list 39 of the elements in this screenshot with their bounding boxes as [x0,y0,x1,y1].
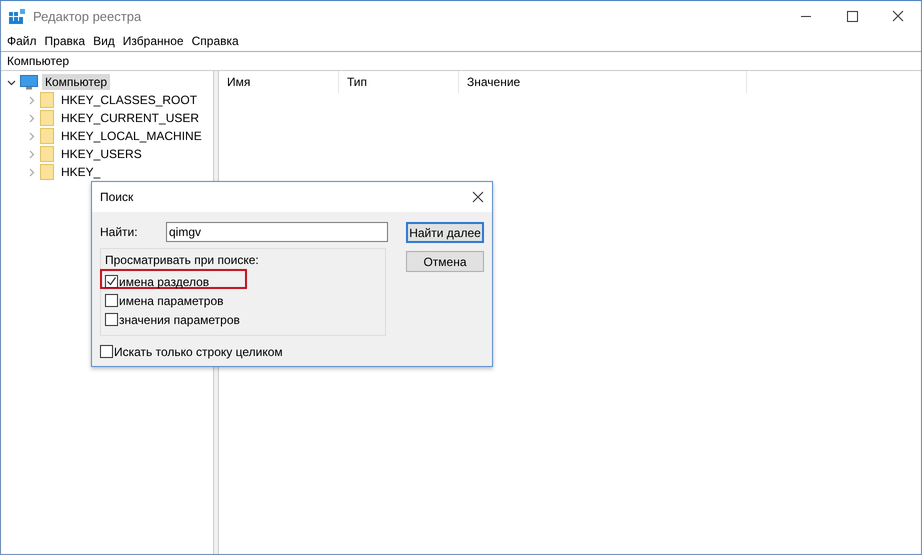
checkbox[interactable] [105,294,118,307]
close-button[interactable] [472,191,484,203]
tree-item[interactable]: Компьютер [42,74,110,90]
window-title: Редактор реестра [33,9,142,24]
group-label: Просматривать при поиске: [105,253,260,267]
folder-icon [40,92,54,108]
dialog-button[interactable]: Отмена [406,251,484,272]
checkbox-label[interactable]: Искать только строку целиком [114,344,283,358]
dialog-button[interactable]: Найти далее [406,222,484,243]
folder-icon [40,146,54,162]
address-bar[interactable]: Компьютер [7,54,70,68]
folder-icon [40,110,54,126]
folder-icon [40,164,54,180]
tree-item[interactable]: HKEY_LOCAL_MACHINE [58,128,205,144]
registry-icon [9,8,25,24]
menu-item[interactable]: Справка [188,34,243,48]
menu-item[interactable]: Файл [3,34,41,48]
dialog-title: Поиск [100,190,134,204]
tree-item[interactable]: HKEY_ [58,164,104,180]
menu-item[interactable]: Правка [40,34,90,48]
checkbox-label[interactable]: значения параметров [119,312,240,326]
find-field[interactable]: qimgv [166,222,388,242]
checkbox-label[interactable]: имена разделов [119,274,210,288]
tree-item[interactable]: HKEY_CLASSES_ROOT [58,92,200,108]
column-header[interactable]: Тип [339,71,459,93]
checkbox-label[interactable]: имена параметров [119,294,224,308]
chevron-down-icon[interactable] [7,78,16,86]
column-header[interactable]: Имя [219,71,339,93]
find-label: Найти: [100,225,139,239]
folder-icon [40,128,54,144]
checkbox[interactable] [105,275,118,288]
menu-item[interactable]: Избранное [118,34,188,48]
menu-item[interactable]: Вид [89,34,119,48]
tree-item[interactable]: HKEY_CURRENT_USER [58,110,202,126]
checkbox[interactable] [105,313,118,326]
checkbox[interactable] [100,345,113,358]
tree-item[interactable]: HKEY_USERS [58,146,145,162]
column-header[interactable]: Значение [459,71,747,93]
computer-icon [20,74,38,90]
